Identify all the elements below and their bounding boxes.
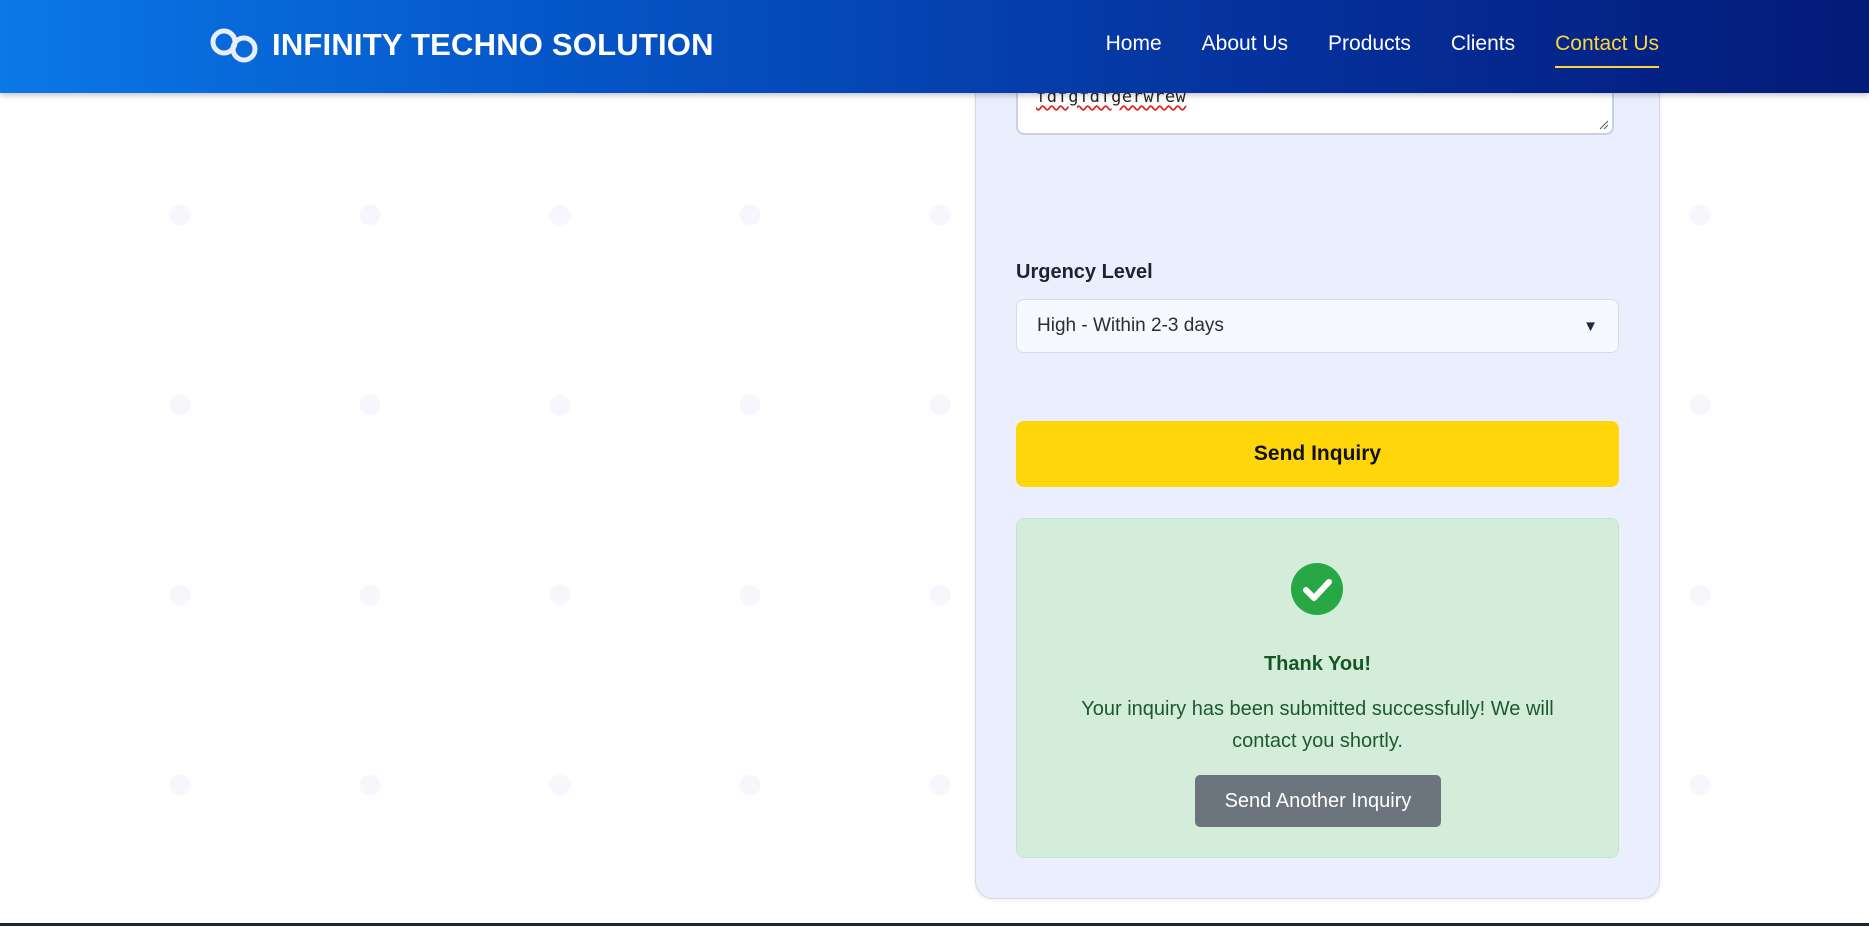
nav-item-clients[interactable]: Clients bbox=[1451, 32, 1515, 62]
check-circle-icon bbox=[1291, 563, 1343, 615]
send-another-inquiry-button[interactable]: Send Another Inquiry bbox=[1195, 775, 1441, 827]
send-inquiry-button[interactable]: Send Inquiry bbox=[1016, 421, 1619, 487]
urgency-select[interactable]: High - Within 2-3 days ▼ bbox=[1016, 299, 1619, 353]
page: INFINITY TECHNO SOLUTION Home About Us P… bbox=[0, 0, 1869, 926]
success-message: Your inquiry has been submitted successf… bbox=[1081, 698, 1554, 752]
brand-name: INFINITY TECHNO SOLUTION bbox=[272, 27, 714, 62]
urgency-label: Urgency Level bbox=[1016, 261, 1153, 283]
nav-item-about-us[interactable]: About Us bbox=[1202, 32, 1288, 62]
nav-item-home[interactable]: Home bbox=[1106, 32, 1162, 62]
nav-item-products[interactable]: Products bbox=[1328, 32, 1411, 62]
brand[interactable]: INFINITY TECHNO SOLUTION bbox=[208, 26, 714, 64]
resize-grip-icon[interactable] bbox=[1599, 120, 1609, 130]
infinity-icon bbox=[210, 28, 258, 63]
success-panel: Thank You! Your inquiry has been submitt… bbox=[1016, 518, 1619, 858]
success-title: Thank You! bbox=[1263, 653, 1372, 675]
dropdown-arrow-icon: ▼ bbox=[1583, 317, 1598, 335]
main-nav: Home About Us Products Clients Contact U… bbox=[1106, 0, 1659, 93]
nav-item-contact-us[interactable]: Contact Us bbox=[1555, 32, 1659, 68]
contact-form-card: fdfgfdfgerwrew Urgency Level High - With… bbox=[975, 0, 1660, 899]
site-header: INFINITY TECHNO SOLUTION Home About Us P… bbox=[0, 0, 1869, 93]
urgency-selected-value: High - Within 2-3 days bbox=[1037, 315, 1224, 336]
